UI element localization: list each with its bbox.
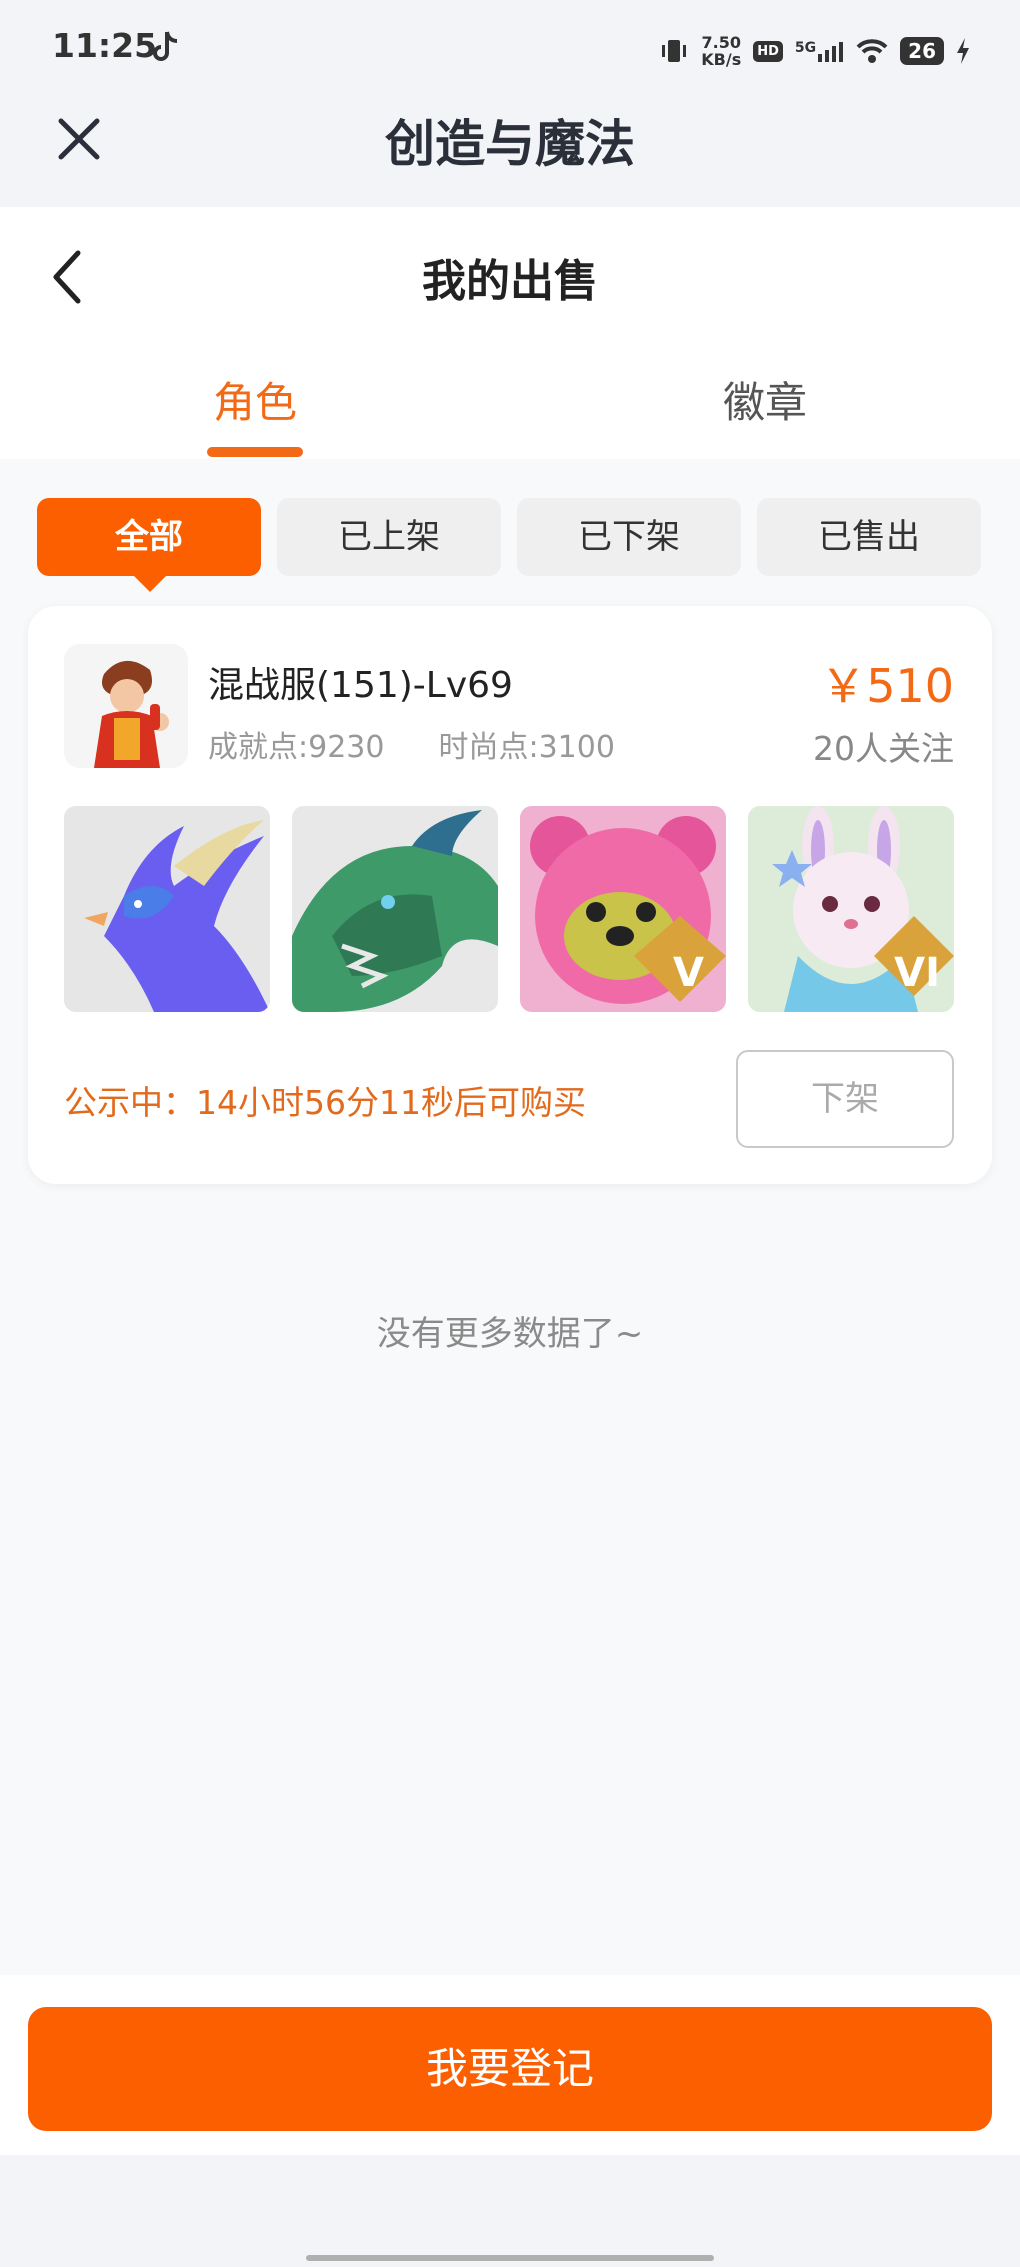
network-speed-unit: KB/s [701, 50, 742, 69]
battery-indicator: 26 [900, 37, 944, 65]
pink-bear-pet-thumbnail[interactable]: V [520, 806, 726, 1012]
item-price: ￥510 [820, 659, 954, 713]
filter-sold-chip[interactable]: 已售出 [757, 498, 981, 576]
tiktok-icon [153, 31, 178, 61]
charging-icon [957, 38, 969, 64]
achievement-points: 成就点:9230 [208, 730, 385, 765]
follower-count: 20人关注 [813, 729, 954, 768]
system-nav-area [0, 2155, 1020, 2267]
page-title: 我的出售 [422, 256, 598, 307]
home-indicator[interactable] [306, 2255, 714, 2261]
pet-rank-v-label: V [673, 950, 704, 996]
filter-all-chip[interactable]: 全部 [37, 498, 261, 576]
character-avatar-icon [64, 644, 188, 768]
delist-button[interactable]: 下架 [736, 1050, 954, 1148]
dragon-icon [292, 806, 498, 1012]
green-dragon-mount-thumbnail[interactable] [292, 806, 498, 1012]
tab-badge[interactable]: 徽章 [665, 369, 865, 430]
top-bar: 11:25 7.50 KB/s HD 5G 26 创造与魔法 [0, 0, 1020, 207]
item-stats: 成就点:9230 时尚点:3100 [208, 722, 615, 766]
hd-badge: HD [753, 40, 783, 62]
active-filter-pointer [132, 574, 168, 592]
status-indicators: 7.50 KB/s HD 5G 26 [659, 26, 970, 76]
page-header: 我的出售 角色 徽章 [0, 207, 1020, 459]
fashion-points: 时尚点:3100 [438, 730, 615, 765]
pet-rank-vi-label: VI [894, 950, 940, 996]
filter-listed-chip[interactable]: 已上架 [277, 498, 501, 576]
app-title: 创造与魔法 [385, 115, 635, 173]
item-name: 混战服(151)-Lv69 [208, 665, 513, 706]
phoenix-icon [64, 806, 270, 1012]
no-more-data-text: 没有更多数据了~ [376, 1314, 644, 1354]
blue-phoenix-mount-thumbnail[interactable] [64, 806, 270, 1012]
active-tab-indicator [207, 447, 303, 457]
signal-label: 5G [794, 40, 817, 56]
status-time: 11:25 [52, 26, 158, 65]
tab-role[interactable]: 角色 [155, 369, 355, 430]
vibrate-icon [662, 40, 687, 62]
signal-indicator: 5G [795, 40, 844, 62]
publicity-countdown: 公示中：14小时56分11秒后可购买 [64, 1083, 586, 1122]
wifi-icon [856, 39, 888, 63]
register-button[interactable]: 我要登记 [28, 2007, 992, 2131]
network-speed: 7.50 KB/s [701, 34, 741, 68]
network-speed-value: 7.50 [701, 33, 741, 52]
bottom-action-bar: 我要登记 [0, 1975, 1020, 2155]
white-rabbit-pet-thumbnail[interactable]: VI [748, 806, 954, 1012]
filter-delisted-chip[interactable]: 已下架 [517, 498, 741, 576]
signal-bars-icon [818, 42, 844, 62]
character-avatar [64, 644, 188, 768]
listing-card[interactable]: 混战服(151)-Lv69 成就点:9230 时尚点:3100 ￥510 20人关… [28, 606, 992, 1184]
